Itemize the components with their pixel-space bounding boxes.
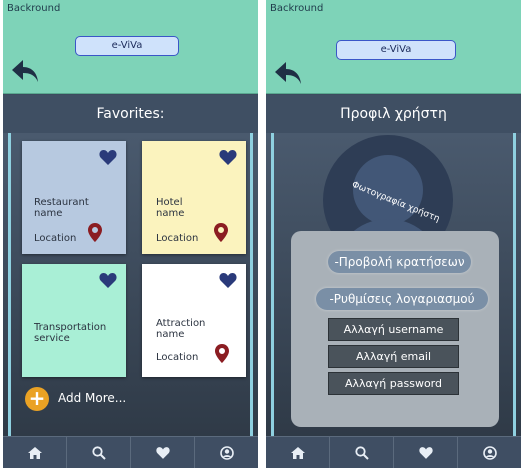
change-username-button[interactable]: Αλλαγή username [328, 318, 459, 341]
nav-search[interactable] [67, 437, 131, 468]
user-icon [219, 445, 234, 460]
change-password-button[interactable]: Αλλαγή password [328, 372, 459, 395]
nav-home[interactable] [3, 437, 67, 468]
home-icon [27, 446, 42, 459]
account-settings-button[interactable]: -Ρυθμίσεις λογαριασμού [316, 288, 488, 310]
search-icon [91, 445, 106, 460]
heart-icon[interactable] [99, 272, 117, 289]
nav-home[interactable] [266, 437, 330, 468]
app-name-badge[interactable]: e-ViVa [75, 36, 179, 56]
heart-icon[interactable] [99, 149, 117, 166]
change-email-button[interactable]: Αλλαγή email [328, 345, 459, 368]
background-label: Backround [7, 3, 61, 14]
heart-icon [418, 446, 433, 459]
home-icon [290, 446, 305, 459]
card-location: Location [156, 233, 199, 244]
favorite-card-transportation[interactable]: Transportation service [22, 264, 126, 377]
favorite-card-hotel[interactable]: Hotel name Location [142, 141, 246, 254]
nav-profile[interactable] [195, 437, 258, 468]
add-more-label: Add More... [58, 391, 127, 405]
location-pin-icon[interactable] [88, 223, 102, 242]
bottom-nav [3, 436, 258, 468]
top-bar: Backround e-ViVa [266, 0, 521, 94]
bottom-nav [266, 436, 521, 468]
app-name-badge[interactable]: e-ViVa [336, 40, 456, 60]
profile-screen: Backround e-ViVa Προφιλ χρήστη Φωτογραφί… [266, 0, 521, 468]
settings-panel: -Προβολή κρατήσεων -Ρυθμίσεις λογαριασμο… [291, 231, 499, 427]
nav-favorites[interactable] [131, 437, 195, 468]
favorites-screen: Backround e-ViVa Favorites: Restaurant n… [3, 0, 258, 468]
user-icon [482, 445, 497, 460]
page-title: Προφιλ χρήστη [266, 95, 521, 133]
view-bookings-button[interactable]: -Προβολή κρατήσεων [328, 251, 471, 273]
card-location: Location [34, 233, 77, 244]
favorite-card-attraction[interactable]: Attraction name Location [142, 264, 246, 377]
heart-icon[interactable] [219, 272, 237, 289]
nav-search[interactable] [330, 437, 394, 468]
card-name: Attraction name [156, 318, 206, 340]
card-location: Location [156, 352, 199, 363]
top-bar: Backround e-ViVa [3, 0, 258, 94]
location-pin-icon[interactable] [215, 344, 229, 363]
card-name: Transportation service [34, 322, 107, 344]
heart-icon [155, 446, 170, 459]
back-arrow-icon[interactable] [11, 58, 39, 84]
nav-favorites[interactable] [394, 437, 458, 468]
search-icon [354, 445, 369, 460]
location-pin-icon[interactable] [214, 223, 228, 242]
card-name: Hotel name [156, 197, 185, 219]
page-title: Favorites: [3, 95, 258, 133]
favorite-card-restaurant[interactable]: Restaurant name Location [22, 141, 126, 254]
back-arrow-icon[interactable] [274, 60, 302, 86]
card-name: Restaurant name [34, 197, 89, 219]
heart-icon[interactable] [219, 149, 237, 166]
plus-icon[interactable]: + [25, 387, 49, 411]
nav-profile[interactable] [458, 437, 521, 468]
background-label: Backround [270, 3, 324, 14]
